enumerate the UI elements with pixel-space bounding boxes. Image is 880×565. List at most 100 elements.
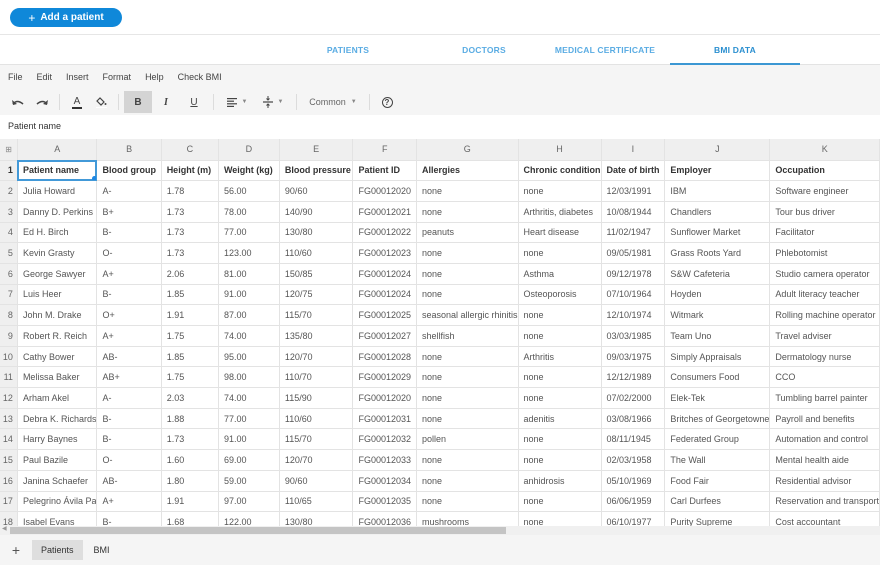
- cell[interactable]: Tour bus driver: [769, 201, 880, 223]
- tab-patients[interactable]: PATIENTS: [283, 35, 413, 65]
- cell[interactable]: shellfish: [416, 325, 519, 347]
- cell[interactable]: anhidrosis: [518, 470, 602, 492]
- cell[interactable]: 07/02/2000: [601, 387, 666, 409]
- cell[interactable]: 03/08/1966: [601, 408, 666, 430]
- cell[interactable]: 1.78: [161, 180, 219, 202]
- cell[interactable]: Melissa Baker: [17, 366, 98, 389]
- cell[interactable]: FG00012023: [352, 242, 417, 264]
- cell[interactable]: FG00012020: [352, 180, 417, 202]
- cell[interactable]: 95.00: [218, 346, 280, 368]
- column-header[interactable]: D: [218, 139, 280, 161]
- cell[interactable]: 1.85: [161, 346, 219, 368]
- cell[interactable]: none: [518, 511, 602, 526]
- cell[interactable]: A-: [96, 387, 162, 409]
- undo-button[interactable]: [6, 91, 30, 113]
- cell[interactable]: none: [416, 366, 519, 389]
- cell[interactable]: 110/60: [279, 242, 354, 264]
- cell[interactable]: 59.00: [218, 470, 280, 492]
- cell[interactable]: none: [416, 263, 519, 285]
- cell[interactable]: 2.06: [161, 263, 219, 285]
- cell[interactable]: FG00012022: [352, 222, 417, 244]
- cell[interactable]: none: [416, 180, 519, 202]
- cell[interactable]: B-: [96, 222, 162, 244]
- bold-button[interactable]: B: [124, 91, 152, 113]
- cell[interactable]: none: [416, 491, 519, 513]
- cell[interactable]: 10/08/1944: [601, 201, 666, 223]
- cell[interactable]: A-: [96, 180, 162, 202]
- cell[interactable]: FG00012021: [352, 201, 417, 223]
- menu-file[interactable]: File: [8, 72, 23, 82]
- row-header[interactable]: 9: [0, 325, 18, 347]
- cell[interactable]: 1.91: [161, 491, 219, 513]
- cell[interactable]: none: [518, 242, 602, 264]
- cell[interactable]: 77.00: [218, 408, 280, 430]
- cell[interactable]: Carl Durfees: [664, 491, 771, 513]
- cell[interactable]: FG00012032: [352, 428, 417, 451]
- cell[interactable]: Phlebotomist: [769, 242, 880, 264]
- selected-cell[interactable]: Patient name: [17, 160, 98, 182]
- text-color-button[interactable]: A: [65, 91, 89, 113]
- cell[interactable]: Cathy Bower: [17, 346, 98, 368]
- cell[interactable]: Dermatology nurse: [769, 346, 880, 368]
- formula-bar[interactable]: Patient name: [0, 115, 880, 138]
- cell[interactable]: 1.73: [161, 242, 219, 264]
- row-header[interactable]: 18: [0, 511, 18, 526]
- fill-handle[interactable]: [92, 176, 96, 180]
- cell[interactable]: Tumbling barrel painter: [769, 387, 880, 409]
- row-header[interactable]: 5: [0, 242, 18, 264]
- row-header[interactable]: 3: [0, 201, 18, 223]
- cell[interactable]: FG00012025: [352, 304, 417, 326]
- cell[interactable]: 122.00: [218, 511, 280, 526]
- cell[interactable]: none: [416, 470, 519, 492]
- cell[interactable]: Reservation and transport: [769, 491, 880, 513]
- add-patient-button[interactable]: + Add a patient: [10, 8, 122, 27]
- cell[interactable]: Asthma: [518, 263, 602, 285]
- underline-button[interactable]: U: [180, 91, 208, 113]
- cell[interactable]: Blood group: [96, 160, 162, 182]
- cell[interactable]: 91.00: [218, 428, 280, 451]
- cell[interactable]: Occupation: [769, 160, 880, 182]
- cell[interactable]: 150/85: [279, 263, 354, 285]
- cell[interactable]: 11/02/1947: [601, 222, 666, 244]
- cell[interactable]: Pelegrino Ávila Pa: [17, 491, 98, 513]
- cell[interactable]: Weight (kg): [218, 160, 280, 182]
- cell[interactable]: FG00012033: [352, 449, 417, 471]
- cell[interactable]: Simply Appraisals: [664, 346, 771, 368]
- cell[interactable]: O+: [96, 304, 162, 326]
- cell[interactable]: none: [518, 180, 602, 202]
- cell[interactable]: George Sawyer: [17, 263, 98, 285]
- cell[interactable]: 120/75: [279, 284, 354, 306]
- cell[interactable]: B-: [96, 284, 162, 306]
- cell[interactable]: FG00012027: [352, 325, 417, 347]
- cell[interactable]: Hoyden: [664, 284, 771, 306]
- cell[interactable]: 110/65: [279, 491, 354, 513]
- tab-doctors[interactable]: DOCTORS: [419, 35, 549, 65]
- cell[interactable]: none: [518, 449, 602, 471]
- cell[interactable]: pollen: [416, 428, 519, 451]
- cell[interactable]: 98.00: [218, 366, 280, 389]
- cell[interactable]: Paul Bazile: [17, 449, 98, 471]
- cell[interactable]: 1.68: [161, 511, 219, 526]
- cell[interactable]: A+: [96, 325, 162, 347]
- cell[interactable]: AB+: [96, 366, 162, 389]
- cell[interactable]: IBM: [664, 180, 771, 202]
- add-sheet-button[interactable]: +: [0, 542, 32, 558]
- cell[interactable]: none: [518, 325, 602, 347]
- cell[interactable]: Chandlers: [664, 201, 771, 223]
- cell[interactable]: Arham Akel: [17, 387, 98, 409]
- cell[interactable]: none: [416, 242, 519, 264]
- cell[interactable]: Employer: [664, 160, 771, 182]
- cell[interactable]: 69.00: [218, 449, 280, 471]
- cell[interactable]: 12/03/1991: [601, 180, 666, 202]
- cell[interactable]: FG00012036: [352, 511, 417, 526]
- cell[interactable]: 90/60: [279, 470, 354, 492]
- column-header[interactable]: J: [664, 139, 771, 161]
- cell[interactable]: 02/03/1958: [601, 449, 666, 471]
- cell[interactable]: 09/12/1978: [601, 263, 666, 285]
- cell[interactable]: 09/05/1981: [601, 242, 666, 264]
- cell[interactable]: Luis Heer: [17, 284, 98, 306]
- cell[interactable]: adenitis: [518, 408, 602, 430]
- cell[interactable]: Arthritis: [518, 346, 602, 368]
- cell[interactable]: Robert R. Reich: [17, 325, 98, 347]
- cell[interactable]: 1.60: [161, 449, 219, 471]
